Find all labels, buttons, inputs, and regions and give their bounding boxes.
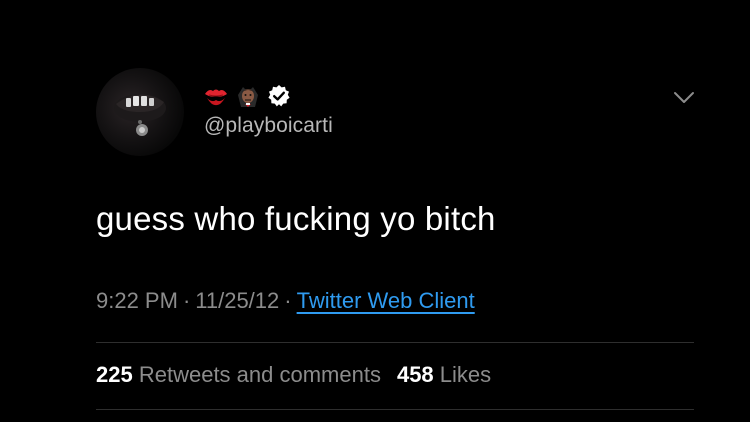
retweets-stat[interactable]: 225 Retweets and comments	[96, 362, 381, 387]
retweets-count: 225	[96, 362, 133, 387]
vampire-emoji	[238, 87, 258, 107]
verified-badge-icon	[268, 85, 290, 107]
tweet-card: @playboicarti guess who fucking yo bitch…	[0, 0, 750, 422]
tweet-text: guess who fucking yo bitch	[96, 200, 496, 237]
divider	[96, 342, 694, 343]
retweets-label: Retweets and comments	[138, 362, 381, 387]
avatar-image	[114, 94, 166, 136]
tweet-client-link[interactable]: Twitter Web Client	[297, 288, 475, 313]
tweet-date[interactable]: 11/25/12	[195, 288, 279, 313]
meta-separator: ·	[182, 288, 191, 313]
user-handle[interactable]: @playboicarti	[204, 114, 333, 138]
chevron-down-icon[interactable]	[672, 88, 696, 108]
meta-separator: ·	[284, 288, 292, 313]
tweet-stats: 225 Retweets and comments 458 Likes	[96, 362, 491, 388]
likes-stat[interactable]: 458 Likes	[397, 362, 491, 387]
profile-avatar[interactable]	[96, 68, 184, 156]
likes-count: 458	[396, 362, 434, 387]
display-name[interactable]	[203, 82, 291, 110]
likes-label: Likes	[439, 362, 492, 387]
tweet-meta: 9:22 PM · 11/25/12 · Twitter Web Client	[96, 288, 475, 314]
divider	[96, 409, 694, 410]
kiss-mark-emoji	[205, 89, 227, 106]
tweet-time[interactable]: 9:22 PM	[96, 288, 178, 313]
